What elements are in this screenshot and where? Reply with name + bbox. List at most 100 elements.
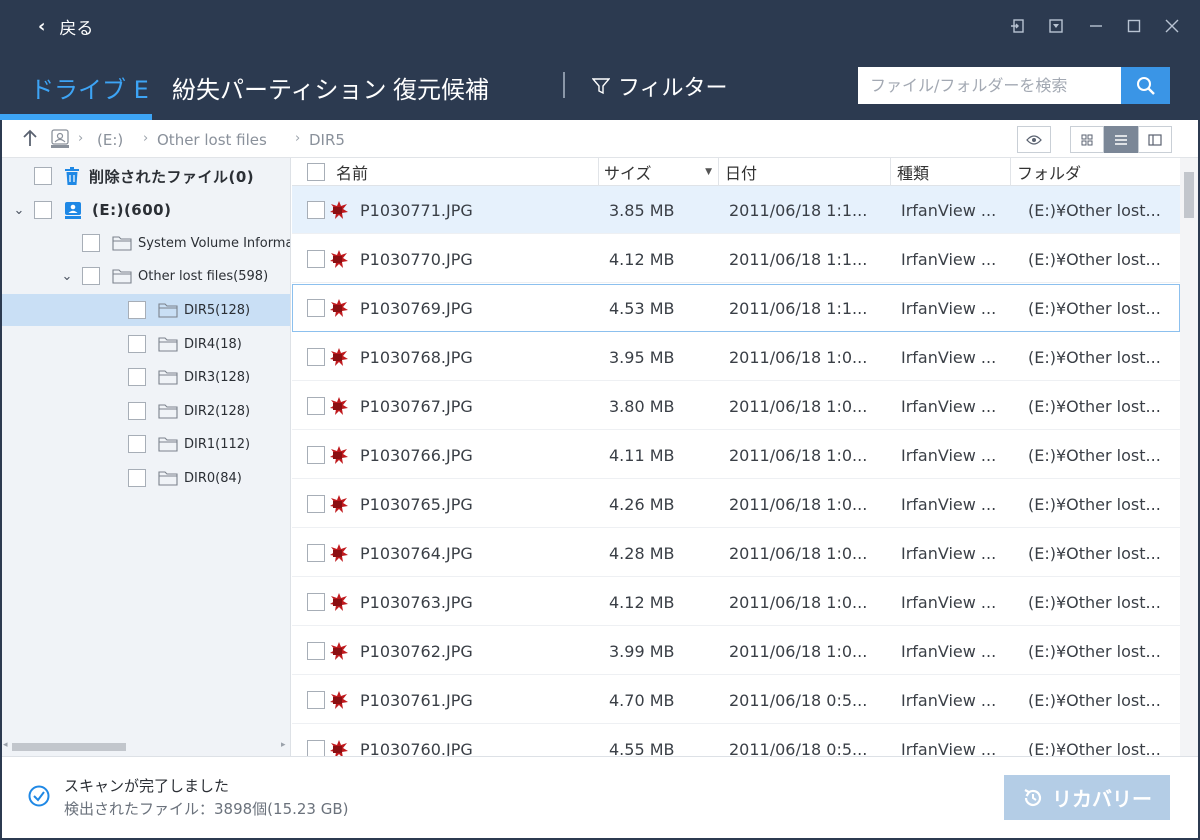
- row-checkbox[interactable]: [307, 299, 325, 317]
- tree-item-deleted-files[interactable]: 削除されたファイル(0): [2, 160, 290, 192]
- column-label: 日付: [725, 164, 758, 183]
- search-input[interactable]: [858, 67, 1121, 104]
- checkbox[interactable]: [128, 368, 146, 386]
- table-row[interactable]: P1030764.JPG 4.28 MB 2011/06/18 1:0... Irfa…: [292, 529, 1180, 577]
- folder-icon: [158, 436, 178, 452]
- tree-label: (E:)(600): [92, 201, 172, 219]
- tab-lost-partitions[interactable]: 紛失パーティション: [172, 70, 387, 105]
- tree-item-drive-e[interactable]: ⌄ (E:)(600): [2, 194, 290, 226]
- tree-item-dir4[interactable]: DIR4(18): [2, 328, 290, 360]
- chevron-down-icon[interactable]: ⌄: [60, 269, 74, 284]
- row-checkbox[interactable]: [307, 250, 325, 268]
- row-checkbox[interactable]: [307, 201, 325, 219]
- tree-item-dir2[interactable]: DIR2(128): [2, 395, 290, 427]
- row-checkbox[interactable]: [307, 740, 325, 756]
- arrow-up-icon[interactable]: [22, 129, 38, 151]
- column-type[interactable]: 種類: [891, 158, 1011, 186]
- tree-label: DIR5(128): [184, 302, 251, 318]
- tree-item-dir0[interactable]: DIR0(84): [2, 462, 290, 494]
- scrollbar-thumb[interactable]: [12, 743, 126, 751]
- close-icon[interactable]: [1162, 16, 1182, 36]
- minimize-icon[interactable]: [1086, 16, 1106, 36]
- breadcrumb-drive[interactable]: (E:): [97, 131, 123, 149]
- table-row[interactable]: P1030771.JPG 3.85 MB 2011/06/18 1:1... Irfa…: [292, 186, 1180, 234]
- breadcrumb-other-lost-files[interactable]: Other lost files: [157, 131, 267, 149]
- checkbox[interactable]: [34, 201, 52, 219]
- column-label: 名前: [336, 164, 369, 183]
- row-checkbox[interactable]: [307, 495, 325, 513]
- checkbox[interactable]: [128, 301, 146, 319]
- row-checkbox[interactable]: [307, 397, 325, 415]
- table-row[interactable]: P1030767.JPG 3.80 MB 2011/06/18 1:0... Irfa…: [292, 382, 1180, 430]
- cell-folder: (E:)¥Other lost...: [1028, 200, 1161, 220]
- column-date[interactable]: 日付: [719, 158, 891, 186]
- tree-item-dir3[interactable]: DIR3(128): [2, 361, 290, 393]
- search-button[interactable]: [1121, 67, 1170, 104]
- row-checkbox[interactable]: [307, 446, 325, 464]
- row-checkbox[interactable]: [307, 642, 325, 660]
- table-row[interactable]: P1030770.JPG 4.12 MB 2011/06/18 1:1... Irfa…: [292, 235, 1180, 283]
- cell-size: 3.95 MB: [609, 347, 675, 367]
- select-all-checkbox[interactable]: [307, 163, 325, 181]
- check-circle-icon: [28, 785, 50, 811]
- cell-size: 4.11 MB: [609, 445, 675, 465]
- checkbox[interactable]: [128, 435, 146, 453]
- tree-item-system-volume[interactable]: System Volume Informat: [2, 227, 290, 259]
- preview-button[interactable]: [1017, 126, 1051, 153]
- detail-view-button[interactable]: [1138, 126, 1172, 153]
- file-name: P1030765.JPG: [360, 494, 473, 514]
- filter-button[interactable]: フィルター: [592, 70, 728, 102]
- table-row[interactable]: P1030761.JPG 4.70 MB 2011/06/18 0:5... Irfa…: [292, 676, 1180, 724]
- login-icon[interactable]: [1008, 16, 1028, 36]
- column-size[interactable]: サイズ ▼: [599, 158, 719, 186]
- table-row[interactable]: P1030768.JPG 3.95 MB 2011/06/18 1:0... Irfa…: [292, 333, 1180, 381]
- column-folder[interactable]: フォルダ: [1011, 158, 1180, 186]
- table-row[interactable]: P1030766.JPG 4.11 MB 2011/06/18 1:0... Irfa…: [292, 431, 1180, 479]
- cell-name: P1030760.JPG: [292, 725, 599, 756]
- checkbox[interactable]: [128, 402, 146, 420]
- cell-name: P1030766.JPG: [292, 431, 599, 479]
- grid-view-button[interactable]: [1070, 126, 1104, 153]
- cell-date: 2011/06/18 0:5...: [729, 690, 868, 710]
- checkbox[interactable]: [82, 267, 100, 285]
- nav-separator: [563, 72, 565, 98]
- checkbox[interactable]: [34, 167, 52, 185]
- table-row[interactable]: P1030762.JPG 3.99 MB 2011/06/18 1:0... Irfa…: [292, 627, 1180, 675]
- tab-recovery-candidates[interactable]: 復元候補: [393, 70, 489, 105]
- maximize-icon[interactable]: [1124, 16, 1144, 36]
- table-row[interactable]: P1030769.JPG 4.53 MB 2011/06/18 1:1... Irfa…: [292, 284, 1180, 332]
- tab-drive-e[interactable]: ドライブ E: [30, 70, 149, 105]
- scroll-right-icon[interactable]: ▸: [281, 740, 286, 750]
- breadcrumb-dir5[interactable]: DIR5: [309, 131, 345, 149]
- column-label: サイズ: [604, 164, 652, 183]
- checkbox[interactable]: [128, 469, 146, 487]
- row-checkbox[interactable]: [307, 544, 325, 562]
- jpg-file-icon: [329, 543, 349, 563]
- table-row[interactable]: P1030760.JPG 4.55 MB 2011/06/18 0:5... Irfa…: [292, 725, 1180, 756]
- recover-button[interactable]: リカバリー: [1004, 775, 1170, 820]
- dropdown-menu-icon[interactable]: [1046, 16, 1066, 36]
- table-row[interactable]: P1030763.JPG 4.12 MB 2011/06/18 1:0... Irfa…: [292, 578, 1180, 626]
- scrollbar-thumb[interactable]: [1184, 172, 1194, 218]
- tree-horizontal-scrollbar[interactable]: ◂ ▸: [2, 738, 290, 756]
- back-button[interactable]: ‹ 戻る: [38, 14, 93, 39]
- chevron-down-icon[interactable]: ⌄: [12, 203, 26, 218]
- status-bar: スキャンが完了しました 検出されたファイル：3898個(15.23 GB) リカ…: [2, 756, 1198, 838]
- row-checkbox[interactable]: [307, 593, 325, 611]
- cell-size: 4.12 MB: [609, 249, 675, 269]
- scroll-left-icon[interactable]: ◂: [3, 740, 8, 750]
- jpg-file-icon: [329, 200, 349, 220]
- list-view-button[interactable]: [1104, 126, 1138, 153]
- checkbox[interactable]: [128, 335, 146, 353]
- tree-item-dir5[interactable]: DIR5(128): [2, 294, 290, 326]
- tree-item-dir1[interactable]: DIR1(112): [2, 428, 290, 460]
- column-name[interactable]: 名前: [292, 158, 599, 186]
- cell-date: 2011/06/18 1:0...: [729, 592, 868, 612]
- table-row[interactable]: P1030765.JPG 4.26 MB 2011/06/18 1:0... Irfa…: [292, 480, 1180, 528]
- cell-folder: (E:)¥Other lost...: [1028, 494, 1161, 514]
- tree-item-other-lost-files[interactable]: ⌄ Other lost files(598): [2, 260, 290, 292]
- row-checkbox[interactable]: [307, 348, 325, 366]
- row-checkbox[interactable]: [307, 691, 325, 709]
- list-vertical-scrollbar[interactable]: [1180, 158, 1198, 756]
- checkbox[interactable]: [82, 234, 100, 252]
